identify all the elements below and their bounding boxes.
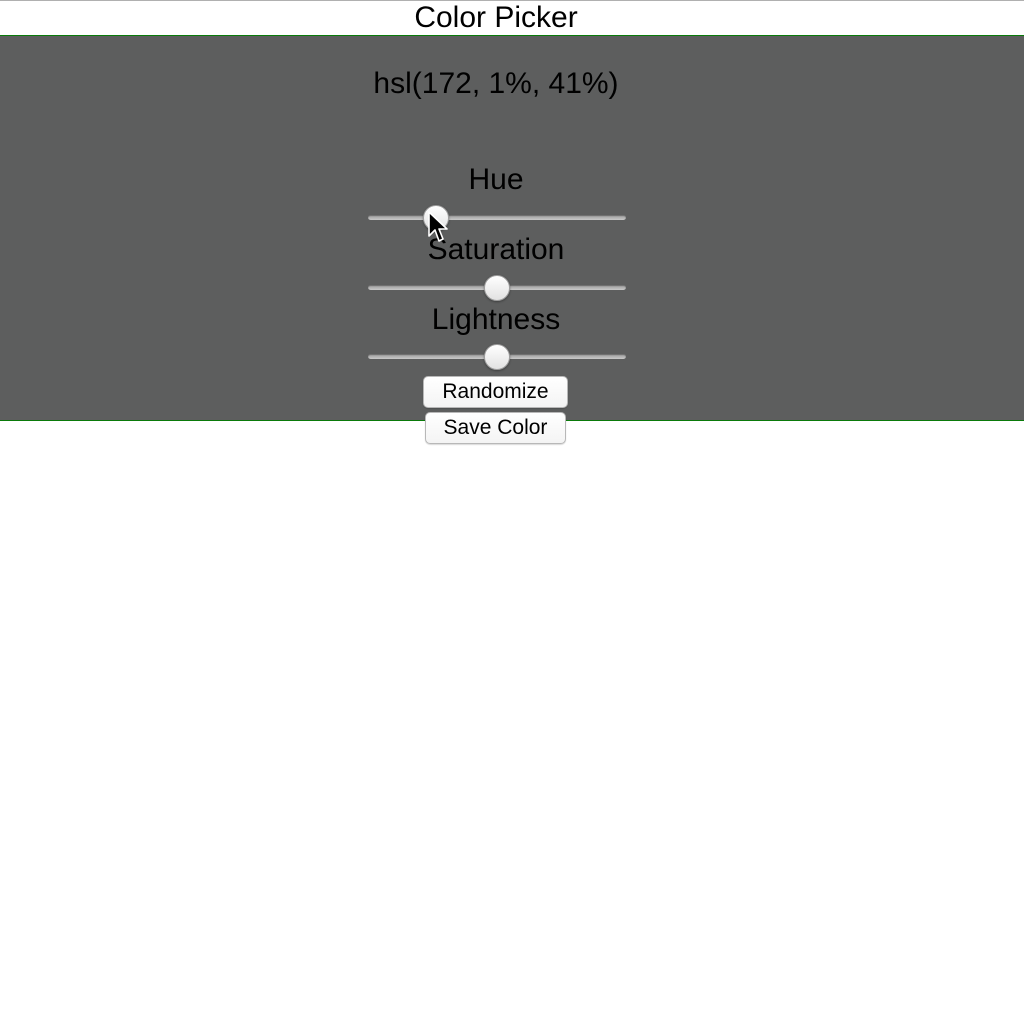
- lightness-label: Lightness: [431, 303, 561, 336]
- hue-slider-thumb[interactable]: [423, 205, 450, 231]
- hue-slider-track[interactable]: [368, 215, 626, 220]
- saturation-slider[interactable]: [368, 275, 626, 301]
- saturation-label: Saturation: [427, 233, 565, 266]
- color-preview-panel: hsl(172, 1%, 41%) Hue Saturation Lightne…: [0, 35, 1024, 421]
- page-title: Color Picker: [414, 1, 578, 34]
- saturation-slider-thumb[interactable]: [484, 275, 510, 301]
- hue-label: Hue: [468, 163, 524, 196]
- hue-slider[interactable]: [368, 205, 626, 231]
- lightness-slider-thumb[interactable]: [484, 344, 510, 370]
- lightness-slider[interactable]: [368, 344, 626, 370]
- hsl-value-readout: hsl(172, 1%, 41%): [373, 67, 619, 100]
- randomize-button[interactable]: Randomize: [423, 376, 568, 408]
- color-picker-page: Color Picker hsl(172, 1%, 41%) Hue Satur…: [0, 0, 1024, 1024]
- save-color-button[interactable]: Save Color: [425, 412, 566, 444]
